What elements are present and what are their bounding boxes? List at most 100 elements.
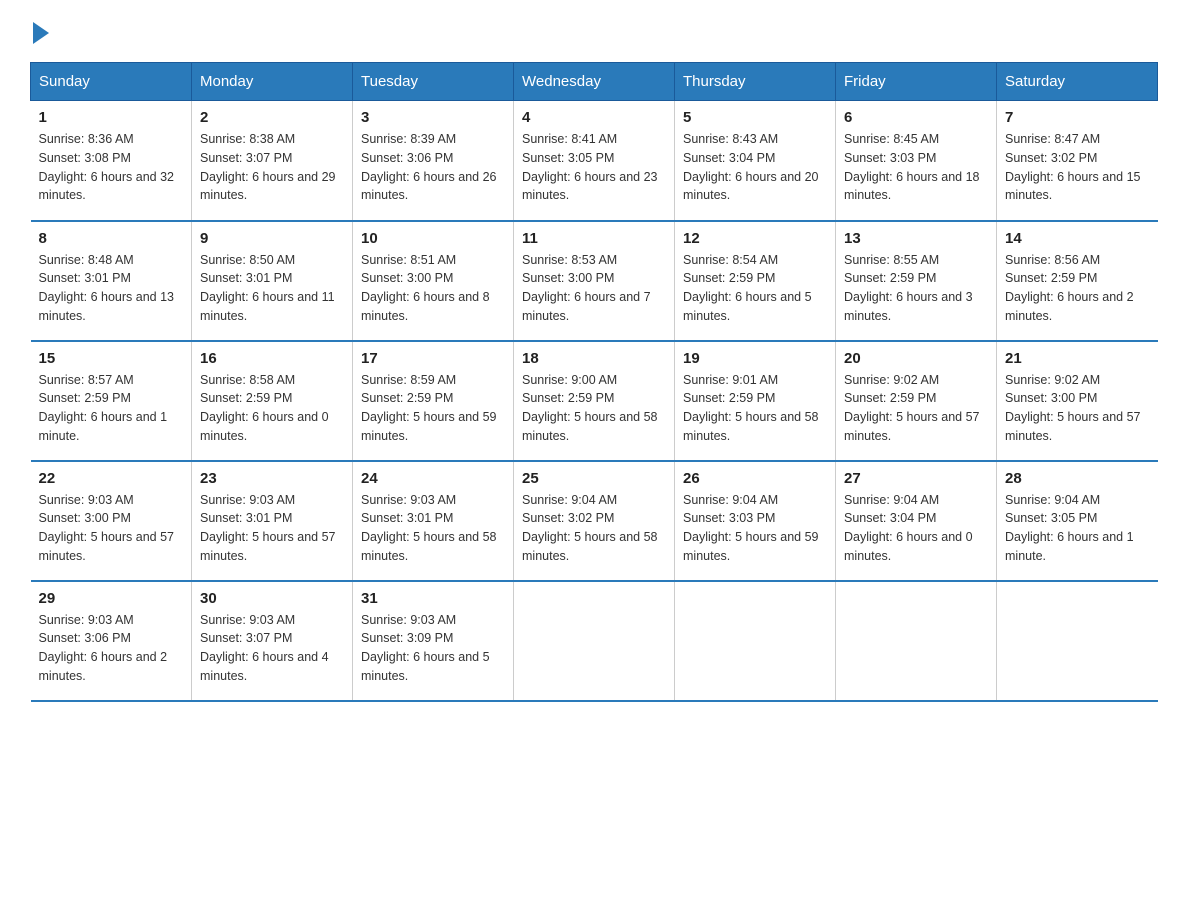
calendar-week-row: 22 Sunrise: 9:03 AM Sunset: 3:00 PM Dayl… bbox=[31, 461, 1158, 581]
day-number: 21 bbox=[1005, 350, 1150, 367]
day-number: 2 bbox=[200, 109, 344, 126]
day-info: Sunrise: 9:03 AM Sunset: 3:06 PM Dayligh… bbox=[39, 611, 184, 686]
day-number: 22 bbox=[39, 470, 184, 487]
day-info: Sunrise: 9:00 AM Sunset: 2:59 PM Dayligh… bbox=[522, 371, 666, 446]
calendar-cell bbox=[675, 581, 836, 701]
day-info: Sunrise: 9:02 AM Sunset: 3:00 PM Dayligh… bbox=[1005, 371, 1150, 446]
day-info: Sunrise: 8:45 AM Sunset: 3:03 PM Dayligh… bbox=[844, 130, 988, 205]
calendar-cell: 23 Sunrise: 9:03 AM Sunset: 3:01 PM Dayl… bbox=[192, 461, 353, 581]
day-number: 24 bbox=[361, 470, 505, 487]
calendar-cell: 9 Sunrise: 8:50 AM Sunset: 3:01 PM Dayli… bbox=[192, 221, 353, 341]
calendar-cell: 14 Sunrise: 8:56 AM Sunset: 2:59 PM Dayl… bbox=[997, 221, 1158, 341]
day-number: 28 bbox=[1005, 470, 1150, 487]
calendar-cell: 22 Sunrise: 9:03 AM Sunset: 3:00 PM Dayl… bbox=[31, 461, 192, 581]
calendar-cell: 4 Sunrise: 8:41 AM Sunset: 3:05 PM Dayli… bbox=[514, 101, 675, 221]
day-number: 16 bbox=[200, 350, 344, 367]
calendar-cell: 19 Sunrise: 9:01 AM Sunset: 2:59 PM Dayl… bbox=[675, 341, 836, 461]
calendar-cell bbox=[836, 581, 997, 701]
day-number: 30 bbox=[200, 590, 344, 607]
calendar-cell: 30 Sunrise: 9:03 AM Sunset: 3:07 PM Dayl… bbox=[192, 581, 353, 701]
day-number: 7 bbox=[1005, 109, 1150, 126]
calendar-table: SundayMondayTuesdayWednesdayThursdayFrid… bbox=[30, 62, 1158, 702]
day-info: Sunrise: 8:36 AM Sunset: 3:08 PM Dayligh… bbox=[39, 130, 184, 205]
day-number: 15 bbox=[39, 350, 184, 367]
day-info: Sunrise: 9:03 AM Sunset: 3:00 PM Dayligh… bbox=[39, 491, 184, 566]
header-thursday: Thursday bbox=[675, 63, 836, 101]
day-info: Sunrise: 8:48 AM Sunset: 3:01 PM Dayligh… bbox=[39, 251, 184, 326]
logo-triangle-icon bbox=[33, 22, 49, 44]
calendar-cell: 18 Sunrise: 9:00 AM Sunset: 2:59 PM Dayl… bbox=[514, 341, 675, 461]
day-info: Sunrise: 8:47 AM Sunset: 3:02 PM Dayligh… bbox=[1005, 130, 1150, 205]
calendar-cell: 28 Sunrise: 9:04 AM Sunset: 3:05 PM Dayl… bbox=[997, 461, 1158, 581]
calendar-cell: 15 Sunrise: 8:57 AM Sunset: 2:59 PM Dayl… bbox=[31, 341, 192, 461]
day-info: Sunrise: 8:54 AM Sunset: 2:59 PM Dayligh… bbox=[683, 251, 827, 326]
day-number: 6 bbox=[844, 109, 988, 126]
calendar-cell: 16 Sunrise: 8:58 AM Sunset: 2:59 PM Dayl… bbox=[192, 341, 353, 461]
day-number: 11 bbox=[522, 230, 666, 247]
day-info: Sunrise: 8:55 AM Sunset: 2:59 PM Dayligh… bbox=[844, 251, 988, 326]
day-number: 9 bbox=[200, 230, 344, 247]
day-number: 23 bbox=[200, 470, 344, 487]
calendar-cell: 25 Sunrise: 9:04 AM Sunset: 3:02 PM Dayl… bbox=[514, 461, 675, 581]
calendar-cell: 7 Sunrise: 8:47 AM Sunset: 3:02 PM Dayli… bbox=[997, 101, 1158, 221]
day-info: Sunrise: 9:04 AM Sunset: 3:05 PM Dayligh… bbox=[1005, 491, 1150, 566]
day-info: Sunrise: 9:04 AM Sunset: 3:03 PM Dayligh… bbox=[683, 491, 827, 566]
day-info: Sunrise: 8:50 AM Sunset: 3:01 PM Dayligh… bbox=[200, 251, 344, 326]
day-info: Sunrise: 8:51 AM Sunset: 3:00 PM Dayligh… bbox=[361, 251, 505, 326]
header-wednesday: Wednesday bbox=[514, 63, 675, 101]
calendar-cell: 1 Sunrise: 8:36 AM Sunset: 3:08 PM Dayli… bbox=[31, 101, 192, 221]
day-info: Sunrise: 9:03 AM Sunset: 3:01 PM Dayligh… bbox=[361, 491, 505, 566]
calendar-cell: 20 Sunrise: 9:02 AM Sunset: 2:59 PM Dayl… bbox=[836, 341, 997, 461]
day-info: Sunrise: 8:57 AM Sunset: 2:59 PM Dayligh… bbox=[39, 371, 184, 446]
day-info: Sunrise: 9:01 AM Sunset: 2:59 PM Dayligh… bbox=[683, 371, 827, 446]
day-number: 27 bbox=[844, 470, 988, 487]
calendar-cell: 2 Sunrise: 8:38 AM Sunset: 3:07 PM Dayli… bbox=[192, 101, 353, 221]
page-header bbox=[30, 20, 1158, 42]
day-info: Sunrise: 9:04 AM Sunset: 3:02 PM Dayligh… bbox=[522, 491, 666, 566]
day-number: 12 bbox=[683, 230, 827, 247]
day-number: 17 bbox=[361, 350, 505, 367]
calendar-cell: 6 Sunrise: 8:45 AM Sunset: 3:03 PM Dayli… bbox=[836, 101, 997, 221]
day-number: 26 bbox=[683, 470, 827, 487]
day-info: Sunrise: 9:02 AM Sunset: 2:59 PM Dayligh… bbox=[844, 371, 988, 446]
calendar-cell: 29 Sunrise: 9:03 AM Sunset: 3:06 PM Dayl… bbox=[31, 581, 192, 701]
day-number: 8 bbox=[39, 230, 184, 247]
calendar-cell bbox=[514, 581, 675, 701]
calendar-cell: 5 Sunrise: 8:43 AM Sunset: 3:04 PM Dayli… bbox=[675, 101, 836, 221]
day-info: Sunrise: 8:39 AM Sunset: 3:06 PM Dayligh… bbox=[361, 130, 505, 205]
day-number: 31 bbox=[361, 590, 505, 607]
calendar-cell: 26 Sunrise: 9:04 AM Sunset: 3:03 PM Dayl… bbox=[675, 461, 836, 581]
day-number: 13 bbox=[844, 230, 988, 247]
calendar-week-row: 1 Sunrise: 8:36 AM Sunset: 3:08 PM Dayli… bbox=[31, 101, 1158, 221]
day-info: Sunrise: 9:03 AM Sunset: 3:07 PM Dayligh… bbox=[200, 611, 344, 686]
calendar-week-row: 29 Sunrise: 9:03 AM Sunset: 3:06 PM Dayl… bbox=[31, 581, 1158, 701]
day-info: Sunrise: 8:41 AM Sunset: 3:05 PM Dayligh… bbox=[522, 130, 666, 205]
day-info: Sunrise: 8:53 AM Sunset: 3:00 PM Dayligh… bbox=[522, 251, 666, 326]
calendar-cell bbox=[997, 581, 1158, 701]
calendar-week-row: 8 Sunrise: 8:48 AM Sunset: 3:01 PM Dayli… bbox=[31, 221, 1158, 341]
day-info: Sunrise: 9:03 AM Sunset: 3:01 PM Dayligh… bbox=[200, 491, 344, 566]
day-number: 20 bbox=[844, 350, 988, 367]
calendar-cell: 27 Sunrise: 9:04 AM Sunset: 3:04 PM Dayl… bbox=[836, 461, 997, 581]
day-info: Sunrise: 8:56 AM Sunset: 2:59 PM Dayligh… bbox=[1005, 251, 1150, 326]
day-number: 10 bbox=[361, 230, 505, 247]
day-info: Sunrise: 8:58 AM Sunset: 2:59 PM Dayligh… bbox=[200, 371, 344, 446]
header-monday: Monday bbox=[192, 63, 353, 101]
day-number: 19 bbox=[683, 350, 827, 367]
day-number: 18 bbox=[522, 350, 666, 367]
day-info: Sunrise: 8:38 AM Sunset: 3:07 PM Dayligh… bbox=[200, 130, 344, 205]
day-number: 1 bbox=[39, 109, 184, 126]
day-info: Sunrise: 8:43 AM Sunset: 3:04 PM Dayligh… bbox=[683, 130, 827, 205]
calendar-header-row: SundayMondayTuesdayWednesdayThursdayFrid… bbox=[31, 63, 1158, 101]
calendar-cell: 10 Sunrise: 8:51 AM Sunset: 3:00 PM Dayl… bbox=[353, 221, 514, 341]
header-friday: Friday bbox=[836, 63, 997, 101]
calendar-cell: 11 Sunrise: 8:53 AM Sunset: 3:00 PM Dayl… bbox=[514, 221, 675, 341]
calendar-cell: 24 Sunrise: 9:03 AM Sunset: 3:01 PM Dayl… bbox=[353, 461, 514, 581]
day-info: Sunrise: 9:03 AM Sunset: 3:09 PM Dayligh… bbox=[361, 611, 505, 686]
day-info: Sunrise: 9:04 AM Sunset: 3:04 PM Dayligh… bbox=[844, 491, 988, 566]
calendar-cell: 12 Sunrise: 8:54 AM Sunset: 2:59 PM Dayl… bbox=[675, 221, 836, 341]
day-number: 25 bbox=[522, 470, 666, 487]
header-saturday: Saturday bbox=[997, 63, 1158, 101]
header-sunday: Sunday bbox=[31, 63, 192, 101]
header-tuesday: Tuesday bbox=[353, 63, 514, 101]
